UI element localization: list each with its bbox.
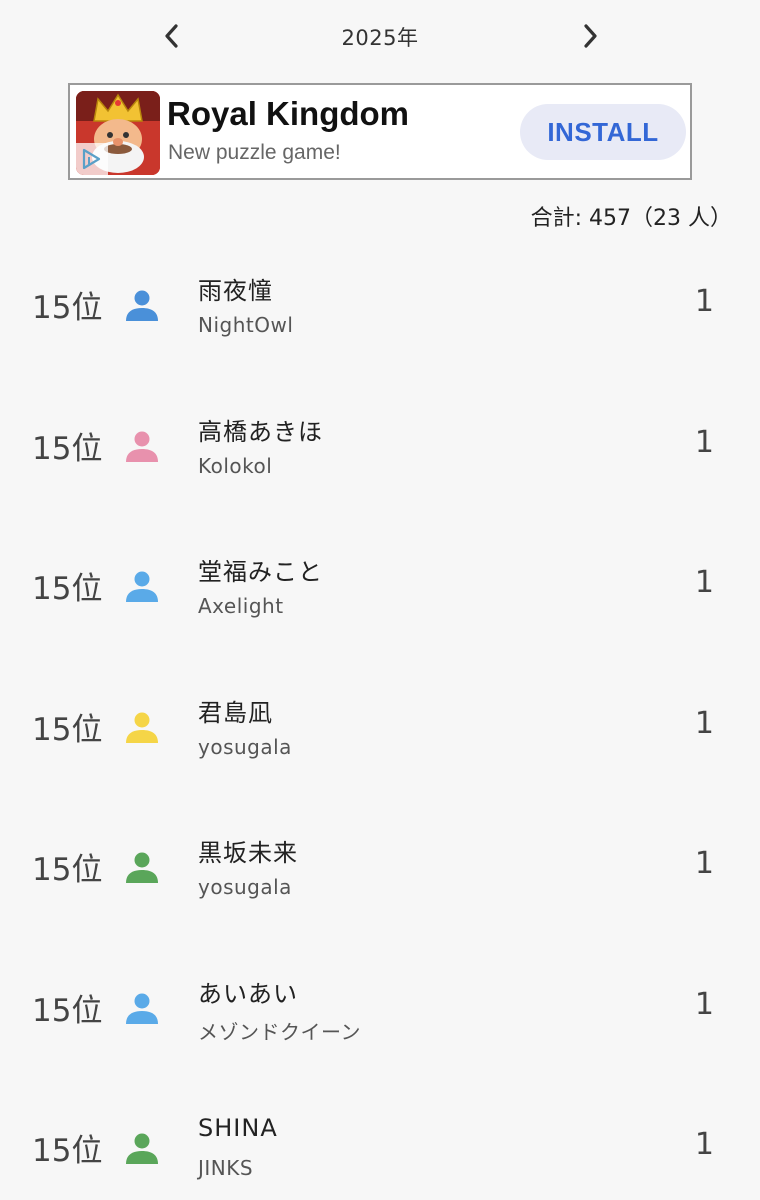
- rank-position: 15位: [32, 992, 103, 1029]
- vote-count: 1: [694, 986, 714, 1022]
- brand-name: yosugala: [198, 875, 292, 899]
- vote-count: 1: [694, 424, 714, 460]
- ranking-page: 2025年 Royal Kingdom New puzzle game! INS…: [0, 0, 760, 1200]
- ranking-row[interactable]: 15位 雨夜憧 NightOwl 1: [0, 234, 760, 375]
- character-name: 雨夜憧: [198, 277, 273, 305]
- person-icon: [126, 852, 158, 883]
- rank-position: 15位: [32, 711, 103, 748]
- ranking-row[interactable]: 15位 高橋あきほ Kolokol 1: [0, 375, 760, 516]
- ad-title: Royal Kingdom: [167, 95, 410, 132]
- vote-count: 1: [694, 1127, 714, 1162]
- next-year-button[interactable]: [570, 16, 610, 56]
- ranking-row[interactable]: 15位 SHINA JINKS 1: [0, 1077, 760, 1200]
- rank-position: 15位: [32, 852, 103, 888]
- ad-banner[interactable]: Royal Kingdom New puzzle game! INSTALL: [68, 83, 692, 180]
- ranking-row[interactable]: 15位 黒坂未来 yosugala 1: [0, 796, 760, 937]
- vote-count: 1: [694, 846, 714, 881]
- brand-name: yosugala: [198, 734, 292, 759]
- person-icon: [126, 712, 158, 743]
- ad-subtitle: New puzzle game!: [168, 141, 341, 164]
- chevron-right-icon: [584, 24, 597, 48]
- brand-name: メゾンドクイーン: [198, 1019, 361, 1044]
- person-icon: [126, 1133, 158, 1164]
- ranking-row[interactable]: 15位 堂福みこと Axelight 1: [0, 515, 760, 656]
- person-icon: [126, 571, 158, 602]
- vote-count: 1: [694, 284, 714, 319]
- character-name: あいあい: [198, 979, 298, 1008]
- ranking-list: 15位 雨夜憧 NightOwl 1 15位 高橋あきほ Kolokol 1 15位 堂福みこと A…: [0, 234, 760, 1200]
- king-game-icon: [76, 91, 160, 175]
- rank-position: 15位: [32, 290, 103, 326]
- brand-name: Axelight: [198, 594, 284, 618]
- character-name: 堂福みこと: [198, 558, 323, 586]
- brand-name: JINKS: [198, 1156, 254, 1180]
- vote-count: 1: [694, 565, 714, 600]
- rank-position: 15位: [32, 430, 103, 467]
- brand-name: NightOwl: [198, 313, 294, 337]
- year-navigation: 2025年: [0, 0, 760, 74]
- ranking-row[interactable]: 15位 君島凪 yosugala 1: [0, 656, 760, 797]
- rank-position: 15位: [32, 571, 103, 607]
- rank-position: 15位: [32, 1133, 103, 1169]
- total-summary: 合計: 457（23 人）: [530, 206, 732, 231]
- character-name: SHINA: [198, 1114, 278, 1142]
- brand-name: Kolokol: [198, 453, 273, 478]
- vote-count: 1: [694, 705, 714, 741]
- character-name: 黒坂未来: [198, 839, 298, 867]
- ad-choices-icon: [76, 143, 108, 175]
- person-icon: [126, 431, 158, 462]
- person-icon: [126, 993, 158, 1024]
- character-name: 高橋あきほ: [198, 417, 323, 446]
- ranking-row[interactable]: 15位 あいあいメゾンドクイーン 1: [0, 937, 760, 1078]
- year-label: 2025年: [341, 26, 419, 50]
- ad-install-button[interactable]: INSTALL: [520, 104, 686, 160]
- person-icon: [126, 290, 158, 321]
- character-name: 君島凪: [198, 698, 273, 727]
